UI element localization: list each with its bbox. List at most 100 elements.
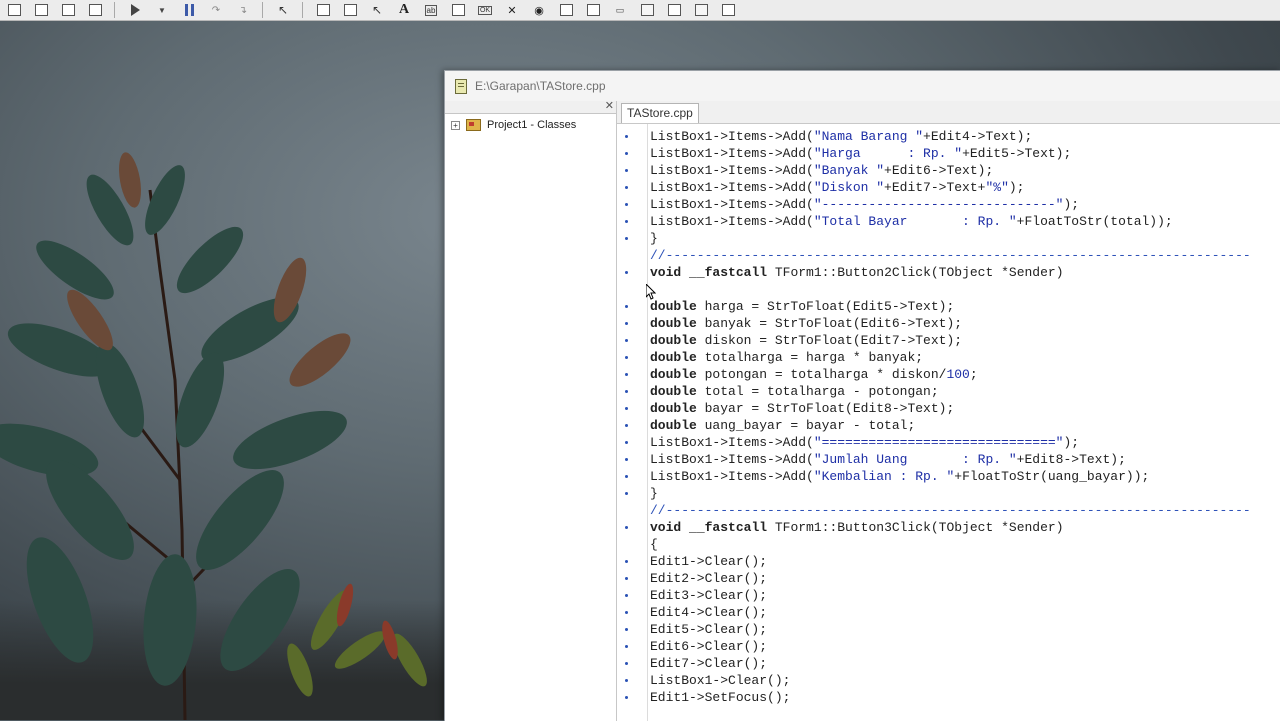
breakpoint-marker-icon[interactable]	[625, 390, 628, 393]
code-line[interactable]	[650, 281, 1280, 298]
listbox-icon[interactable]	[558, 3, 574, 17]
breakpoint-marker-icon[interactable]	[625, 322, 628, 325]
close-pane-icon[interactable]: ✕	[605, 100, 614, 112]
frame-icon[interactable]	[315, 3, 331, 17]
radiogroup-icon[interactable]	[666, 3, 682, 17]
code-text-area[interactable]: ListBox1->Items->Add("Nama Barang "+Edit…	[625, 128, 1280, 706]
new-form-icon[interactable]	[33, 3, 49, 17]
code-line[interactable]: ListBox1->Clear();	[625, 672, 1280, 689]
breakpoint-marker-icon[interactable]	[625, 424, 628, 427]
code-line-text: Edit4->Clear();	[650, 605, 768, 620]
code-line[interactable]: Edit3->Clear();	[625, 587, 1280, 604]
code-line[interactable]: Edit1->Clear();	[625, 553, 1280, 570]
code-line[interactable]: double bayar = StrToFloat(Edit8->Text);	[625, 400, 1280, 417]
memo-icon[interactable]	[450, 3, 466, 17]
run-dropdown-icon[interactable]: ▼	[154, 3, 170, 17]
step-over-icon[interactable]: ↷	[208, 3, 224, 17]
code-line[interactable]: double total = totalharga - potongan;	[625, 383, 1280, 400]
breakpoint-marker-icon[interactable]	[625, 135, 628, 138]
breakpoint-marker-icon[interactable]	[625, 594, 628, 597]
code-line[interactable]: //--------------------------------------…	[650, 247, 1280, 264]
code-line[interactable]: }	[625, 230, 1280, 247]
code-line[interactable]: Edit5->Clear();	[625, 621, 1280, 638]
breakpoint-marker-icon[interactable]	[625, 560, 628, 563]
breakpoint-marker-icon[interactable]	[625, 526, 628, 529]
new-unit-icon[interactable]	[6, 3, 22, 17]
breakpoint-marker-icon[interactable]	[625, 492, 628, 495]
checkbox-icon[interactable]: ✕	[504, 3, 520, 17]
breakpoint-marker-icon[interactable]	[625, 577, 628, 580]
code-line[interactable]: ListBox1->Items->Add("Nama Barang "+Edit…	[625, 128, 1280, 145]
code-line[interactable]: ListBox1->Items->Add("Kembalian : Rp. "+…	[625, 468, 1280, 485]
run-icon[interactable]	[127, 3, 143, 17]
groupbox-icon[interactable]	[639, 3, 655, 17]
code-line[interactable]: //--------------------------------------…	[650, 502, 1280, 519]
actionlist-icon[interactable]	[720, 3, 736, 17]
radiobutton-icon[interactable]: ◉	[531, 3, 547, 17]
code-line[interactable]: void __fastcall TForm1::Button3Click(TOb…	[625, 519, 1280, 536]
breakpoint-marker-icon[interactable]	[625, 203, 628, 206]
pointer-icon[interactable]: ↖	[275, 3, 291, 17]
breakpoint-marker-icon[interactable]	[625, 475, 628, 478]
code-line[interactable]: double potongan = totalharga * diskon/10…	[625, 366, 1280, 383]
main-menu-icon[interactable]	[342, 3, 358, 17]
code-line[interactable]: ListBox1->Items->Add("Diskon "+Edit7->Te…	[625, 179, 1280, 196]
edit-icon[interactable]: ab	[423, 3, 439, 17]
breakpoint-marker-icon[interactable]	[625, 186, 628, 189]
code-line[interactable]: ListBox1->Items->Add("==================…	[625, 434, 1280, 451]
expand-icon[interactable]: +	[451, 120, 460, 130]
code-line[interactable]: double diskon = StrToFloat(Edit7->Text);	[625, 332, 1280, 349]
code-line[interactable]: Edit1->SetFocus();	[625, 689, 1280, 706]
breakpoint-marker-icon[interactable]	[625, 696, 628, 699]
breakpoint-marker-icon[interactable]	[625, 152, 628, 155]
code-line[interactable]: double totalharga = harga * banyak;	[625, 349, 1280, 366]
code-line[interactable]: ListBox1->Items->Add("Total Bayar : Rp. …	[625, 213, 1280, 230]
code-line[interactable]: double uang_bayar = bayar - total;	[625, 417, 1280, 434]
popup-menu-icon[interactable]: ↖	[369, 3, 385, 17]
code-line[interactable]: ListBox1->Items->Add("------------------…	[625, 196, 1280, 213]
code-line[interactable]: {	[650, 536, 1280, 553]
code-line[interactable]: }	[625, 485, 1280, 502]
breakpoint-marker-icon[interactable]	[625, 458, 628, 461]
scrollbar-icon[interactable]: ▭	[612, 3, 628, 17]
breakpoint-marker-icon[interactable]	[625, 441, 628, 444]
breakpoint-marker-icon[interactable]	[625, 662, 628, 665]
code-line[interactable]: ListBox1->Items->Add("Jumlah Uang : Rp. …	[625, 451, 1280, 468]
button-icon[interactable]: OK	[477, 3, 493, 17]
breakpoint-marker-icon[interactable]	[625, 373, 628, 376]
code-line[interactable]: double harga = StrToFloat(Edit5->Text);	[625, 298, 1280, 315]
breakpoint-marker-icon[interactable]	[625, 271, 628, 274]
editor-titlebar[interactable]: E:\Garapan\TAStore.cpp	[445, 71, 1280, 101]
breakpoint-marker-icon[interactable]	[625, 169, 628, 172]
code-line[interactable]: ListBox1->Items->Add("Banyak "+Edit6->Te…	[625, 162, 1280, 179]
code-line[interactable]: void __fastcall TForm1::Button2Click(TOb…	[625, 264, 1280, 281]
code-line[interactable]: Edit6->Clear();	[625, 638, 1280, 655]
code-line-text: Edit6->Clear();	[650, 639, 768, 654]
breakpoint-marker-icon[interactable]	[625, 356, 628, 359]
open-project-icon[interactable]	[87, 3, 103, 17]
code-line[interactable]: Edit2->Clear();	[625, 570, 1280, 587]
breakpoint-marker-icon[interactable]	[625, 407, 628, 410]
tree-item-project[interactable]: + Project1 - Classes	[445, 117, 616, 133]
breakpoint-marker-icon[interactable]	[625, 220, 628, 223]
save-all-icon[interactable]	[60, 3, 76, 17]
combobox-icon[interactable]	[585, 3, 601, 17]
breakpoint-gutter[interactable]	[617, 124, 648, 721]
code-line-text: Edit3->Clear();	[650, 588, 768, 603]
code-line[interactable]: double banyak = StrToFloat(Edit6->Text);	[625, 315, 1280, 332]
pause-icon[interactable]	[181, 3, 197, 17]
code-line[interactable]: ListBox1->Items->Add("Harga : Rp. "+Edit…	[625, 145, 1280, 162]
code-line[interactable]: Edit7->Clear();	[625, 655, 1280, 672]
breakpoint-marker-icon[interactable]	[625, 645, 628, 648]
breakpoint-marker-icon[interactable]	[625, 611, 628, 614]
breakpoint-marker-icon[interactable]	[625, 679, 628, 682]
tab-tastore-cpp[interactable]: TAStore.cpp	[621, 103, 699, 123]
trace-into-icon[interactable]: ↴	[235, 3, 251, 17]
breakpoint-marker-icon[interactable]	[625, 237, 628, 240]
breakpoint-marker-icon[interactable]	[625, 305, 628, 308]
code-line[interactable]: Edit4->Clear();	[625, 604, 1280, 621]
panel-icon[interactable]	[693, 3, 709, 17]
breakpoint-marker-icon[interactable]	[625, 628, 628, 631]
breakpoint-marker-icon[interactable]	[625, 339, 628, 342]
label-icon[interactable]: A	[396, 2, 412, 17]
